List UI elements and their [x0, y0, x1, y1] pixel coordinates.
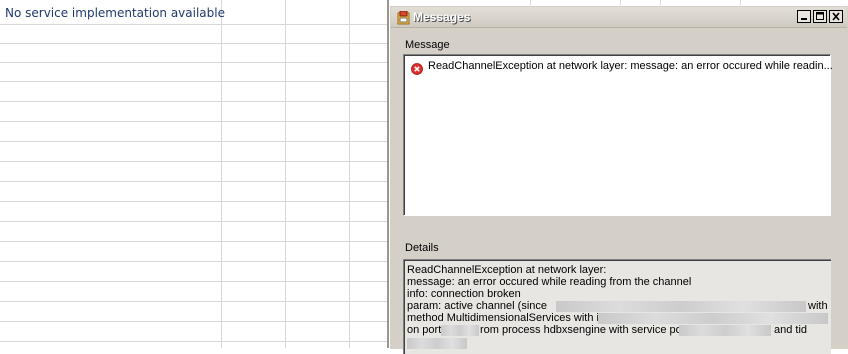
- grid-col-line: [221, 0, 222, 348]
- detail-line: and tid: [774, 324, 808, 336]
- cell-a1[interactable]: No service implementation available: [5, 6, 225, 20]
- message-section-label: Message: [405, 39, 450, 51]
- detail-line: param: active channel (since: [407, 300, 548, 312]
- grid-col-line: [285, 0, 286, 348]
- detail-line: message: an error occured while reading …: [407, 276, 692, 288]
- detail-line: on port: [407, 324, 442, 336]
- messages-app-icon: [397, 10, 410, 25]
- redacted-text: [679, 325, 771, 336]
- maximize-button[interactable]: [813, 10, 827, 23]
- redacted-text: [441, 325, 479, 336]
- details-section-label: Details: [405, 242, 439, 254]
- details-text-area[interactable]: ReadChannelException at network layer: m…: [403, 259, 831, 354]
- minimize-button[interactable]: [797, 10, 811, 23]
- maximize-icon: [816, 12, 824, 20]
- messages-dialog[interactable]: Messages Message ReadChannelException at…: [389, 5, 848, 354]
- detail-line: info: connection broken: [407, 288, 521, 300]
- titlebar[interactable]: Messages: [391, 7, 847, 28]
- minimize-icon: [801, 18, 807, 20]
- dialog-title: Messages: [413, 10, 471, 24]
- error-icon: [411, 60, 423, 75]
- redacted-text: [556, 301, 806, 312]
- detail-line: ReadChannelException at network layer:: [407, 264, 607, 276]
- detail-line: method MultidimensionalServices with id: [407, 312, 606, 324]
- close-icon: [832, 12, 840, 21]
- redacted-text: [598, 313, 828, 324]
- redacted-text: [407, 338, 467, 349]
- detail-line: rom process hdbxsengine with service por…: [480, 324, 689, 336]
- message-text: ReadChannelException at network layer: m…: [428, 60, 833, 72]
- detail-line: with: [808, 300, 828, 312]
- close-button[interactable]: [829, 10, 843, 23]
- grid-col-line: [349, 0, 350, 348]
- message-list[interactable]: ReadChannelException at network layer: m…: [403, 54, 833, 216]
